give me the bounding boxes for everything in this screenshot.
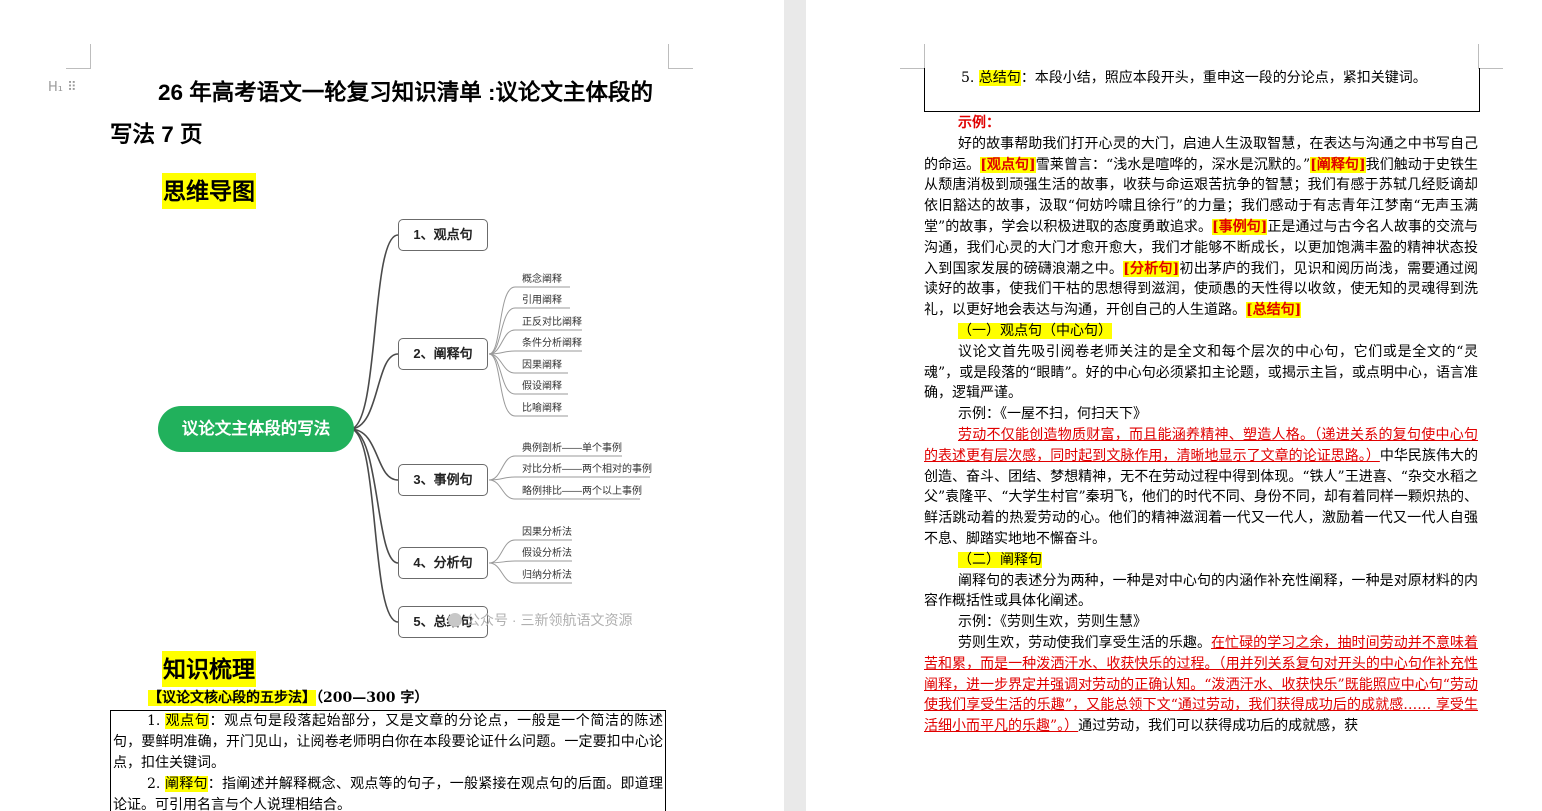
mindmap-leaf: 引用阐释	[522, 295, 562, 306]
subsection-2-body: 劳则生欢，劳动使我们享受生活的乐趣。在忙碌的学习之余，抽时间劳动并不意味着苦和累…	[924, 634, 1478, 735]
subsection-1-body: 劳动不仅能创造物质财富，而且能涵养精神、塑造人格。（递进关系的复句使中心句的表述…	[924, 426, 1479, 547]
five-steps-title: 【议论文核心段的五步法】（200—300 字）	[148, 690, 429, 706]
five-steps-box: 1. 观点句：观点句是段落起始部分，又是文章的分论点，一般是一个简洁的陈述句，要…	[110, 710, 666, 811]
title-line-1: 26 年高考语文一轮复习知识清单 :议论文主体段的	[158, 80, 654, 105]
crop-mark	[900, 44, 925, 69]
mindmap-leaf: 比喻阐释	[522, 403, 562, 414]
left-page: H₁ ⠿ 26 年高考语文一轮复习知识清单 :议论文主体段的 写法 7 页 思维…	[0, 0, 784, 811]
mindmap-leaf: 归纳分析法	[522, 570, 572, 581]
mindmap-node-4[interactable]: 4、分析句	[398, 547, 488, 579]
connector-5	[349, 428, 399, 623]
mindmap-leaf: 条件分析阐释	[522, 338, 582, 349]
example-section: 示例： 好的故事帮助我们打开心灵的大门，启迪人生汲取智慧，在表达与沟通之中书写自…	[924, 113, 1478, 737]
watermark: 公众号 · 三新领航语文资源	[448, 610, 632, 630]
subsection-2-example: 示例：《劳则生欢，劳则生慧》	[958, 614, 1147, 631]
page-gap	[784, 0, 806, 811]
crop-mark	[668, 44, 693, 69]
example-label: 示例：	[958, 115, 1000, 131]
mindmap-leaf: 对比分析——两个相对的事例	[522, 464, 652, 475]
mindmap-node-2[interactable]: 2、阐释句	[398, 338, 488, 370]
subsection-1-text: 议论文首先吸引阅卷老师关注的是全文和每个层次的中心句，它们或是全文的“灵魂”，或…	[924, 343, 1478, 402]
mindmap-root[interactable]: 议论文主体段的写法	[158, 406, 354, 452]
subsection-1-example: 示例：《一屋不扫，何扫天下》	[958, 406, 1147, 423]
wechat-icon	[448, 613, 462, 627]
box-item-5: 5. 总结句：本段小结，照应本段开头，重申这一段的分论点，紧扣关键词。	[924, 68, 1480, 112]
mindmap-leaf: 因果阐释	[522, 360, 562, 371]
box-item-2: 2. 阐释句：指阐述并解释概念、观点等的句子，一般紧接在观点句的后面。即道理论证…	[113, 776, 663, 811]
crop-mark	[1478, 44, 1503, 69]
box-item-1: 1. 观点句：观点句是段落起始部分，又是文章的分论点，一般是一个简洁的陈述句，要…	[113, 713, 664, 771]
crop-mark	[66, 44, 91, 69]
connector-3	[349, 428, 399, 481]
subsection-2-title: （二）阐释句	[958, 551, 1042, 568]
title-line-2: 写法 7 页	[110, 122, 203, 147]
document-title: 26 年高考语文一轮复习知识清单 :议论文主体段的 写法 7 页	[110, 72, 680, 156]
section-heading-knowledge: 知识梳理	[162, 651, 256, 687]
mindmap-leaf: 概念阐释	[522, 274, 562, 285]
subsection-1-title: （一）观点句（中心句）	[958, 322, 1112, 339]
mindmap-leaf: 典例剖析——单个事例	[522, 443, 622, 454]
mindmap-leaf: 略例排比——两个以上事例	[522, 486, 642, 497]
mindmap-leaf: 因果分析法	[522, 527, 572, 538]
subsection-2-text: 阐释句的表述分为两种，一种是对中心句的内涵作补充性阐释，一种是对原材料的内容作概…	[924, 572, 1478, 610]
mindmap-leaf: 正反对比阐释	[522, 317, 582, 328]
connector-2	[349, 353, 399, 430]
mindmap-leaf: 假设分析法	[522, 548, 572, 559]
mindmap-leaf: 假设阐释	[522, 381, 562, 392]
example-paragraph: 好的故事帮助我们打开心灵的大门，启迪人生汲取智慧，在表达与沟通之中书写自己的命运…	[924, 135, 1479, 319]
mindmap-node-3[interactable]: 3、事例句	[398, 464, 488, 496]
mindmap-node-1[interactable]: 1、观点句	[398, 219, 488, 251]
heading-drag-icon[interactable]: H₁ ⠿	[48, 80, 77, 95]
mindmap: 议论文主体段的写法 1、观点句 2、阐释句 3、事例句 4、分析句 5、总结句 …	[150, 200, 670, 650]
